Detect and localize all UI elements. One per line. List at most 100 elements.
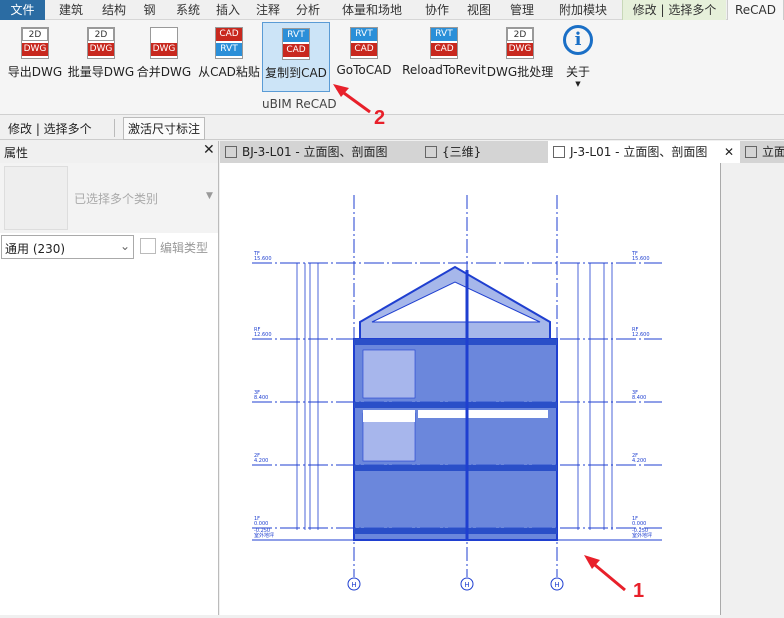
floor-slab bbox=[354, 339, 557, 345]
ribbon-button[interactable]: RVT CAD 复制到CAD bbox=[262, 22, 330, 92]
room-3f bbox=[362, 349, 416, 399]
ribbon-button[interactable]: 2D DWG 导出DWG bbox=[2, 22, 68, 92]
type-label: 已选择多个类别 bbox=[74, 192, 159, 206]
ribbon-tab[interactable]: 分析 bbox=[288, 0, 328, 20]
level-elevation: 0.000 bbox=[632, 521, 646, 527]
floor-slab bbox=[354, 528, 557, 534]
ribbon-button-label: 复制到CAD bbox=[265, 66, 327, 80]
ribbon-tab[interactable]: 附加模块 bbox=[544, 0, 622, 20]
ribbon-tab-bar: 文件 建筑 结构钢系统 插入 注释 分析 体量和场地 协作 视图 管理 附加模块 修改 | 选择多个 R… bbox=[0, 0, 784, 20]
floor-slab bbox=[354, 402, 557, 408]
ribbon-tab[interactable]: 钢 bbox=[131, 0, 168, 20]
ribbon-tab[interactable]: 结构 bbox=[97, 0, 131, 20]
level-elevation: 12.600 bbox=[632, 332, 650, 338]
level-elevation: 8.400 bbox=[632, 395, 646, 401]
view-icon bbox=[225, 146, 237, 158]
ribbon-button[interactable]: CAD RVT 从CAD粘贴 bbox=[195, 22, 263, 92]
options-bar: 修改 | 选择多个 激活尺寸标注 bbox=[0, 116, 784, 140]
dwg-batch-icon: 2D DWG bbox=[503, 25, 537, 61]
activate-dims-button[interactable]: 激活尺寸标注 bbox=[123, 117, 206, 140]
filter-value: 通用 (230) bbox=[5, 242, 66, 256]
view-icon bbox=[745, 146, 757, 158]
ribbon-button-label: ReloadToRevit bbox=[402, 63, 486, 77]
view-tab-label: 立面 bbox=[762, 145, 784, 159]
ribbon-tab[interactable]: 协作 bbox=[416, 0, 458, 20]
level-elevation: 室外地坪 bbox=[632, 532, 652, 539]
reload-to-revit-icon: RVT CAD bbox=[427, 25, 461, 61]
grid-label: H bbox=[464, 581, 469, 589]
ribbon-tab[interactable]: ReCAD bbox=[727, 0, 784, 20]
level-elevation: 0.000 bbox=[254, 521, 268, 527]
ribbon-tab[interactable]: 管理 bbox=[500, 0, 544, 20]
ribbon-button-label: 批量导DWG bbox=[67, 65, 135, 79]
filter-select[interactable]: 通用 (230) ⌄ bbox=[1, 235, 134, 259]
level-elevation: 4.200 bbox=[632, 458, 646, 464]
window-opening bbox=[363, 410, 415, 422]
view-tab[interactable]: 立面 bbox=[740, 141, 784, 163]
paste-from-cad-icon: CAD RVT bbox=[212, 25, 246, 61]
ribbon-button[interactable]: RVT CAD GoToCAD bbox=[330, 22, 398, 92]
ribbon-tab[interactable]: 建筑 bbox=[45, 0, 97, 20]
properties-title: 属性 bbox=[4, 146, 29, 160]
window-opening bbox=[418, 410, 548, 418]
dropdown-arrow-icon: ▼ bbox=[575, 80, 581, 88]
view-tab[interactable]: J-3-L01 - 立面图、剖面图 ✕ bbox=[548, 141, 740, 163]
ribbon-tab[interactable]: 插入 bbox=[208, 0, 248, 20]
close-icon[interactable]: ✕ bbox=[724, 141, 734, 163]
export-dwg-icon: 2D DWG bbox=[18, 25, 52, 61]
merge-dwg-icon: DWG bbox=[147, 25, 181, 61]
info-icon: i bbox=[561, 25, 595, 61]
ribbon-button-label: 从CAD粘贴 bbox=[198, 65, 260, 79]
ribbon-button-label: DWG批处理 bbox=[486, 65, 554, 79]
ribbon-tab[interactable]: 文件 bbox=[0, 0, 45, 20]
view-icon bbox=[425, 146, 437, 158]
view-tab[interactable]: {三维} bbox=[420, 141, 550, 163]
go-to-cad-icon: RVT CAD bbox=[347, 25, 381, 61]
panel-label: uBIM ReCAD bbox=[262, 97, 337, 111]
level-elevation: 4.200 bbox=[254, 458, 268, 464]
view-tab-label: {三维} bbox=[442, 145, 482, 159]
context-label: 修改 | 选择多个 bbox=[8, 122, 92, 136]
level-elevation: 8.400 bbox=[254, 395, 268, 401]
view-tab-bar: BJ-3-L01 - 立面图、剖面图 {三维} J-3-L01 - 立面图、剖面图 ✕… bbox=[220, 141, 784, 163]
ribbon-tab[interactable]: 视图 bbox=[458, 0, 500, 20]
ribbon-button-label: GoToCAD bbox=[336, 63, 392, 77]
ribbon-tab[interactable]: 修改 | 选择多个 bbox=[622, 0, 726, 20]
close-icon[interactable]: ✕ bbox=[203, 142, 215, 158]
edit-type-button[interactable]: 编辑类型 bbox=[160, 239, 208, 256]
type-selector[interactable]: 已选择多个类别 ▼ bbox=[0, 163, 218, 233]
ribbon-button[interactable]: 2D DWG DWG批处理 bbox=[484, 22, 556, 92]
drawing-canvas[interactable]: H H H TF 15.600 TF 15.600 RF 12.600 RF 12.600 3F 8.4… bbox=[220, 163, 720, 615]
ribbon-button[interactable]: i 关于 ▼ bbox=[560, 22, 596, 92]
ribbon-button[interactable]: RVT CAD ReloadToRevit bbox=[395, 22, 493, 92]
level-elevation: 12.600 bbox=[254, 332, 272, 338]
copy-to-cad-icon: RVT CAD bbox=[279, 26, 313, 62]
view-tab-label: BJ-3-L01 - 立面图、剖面图 bbox=[242, 145, 388, 159]
grid-label: H bbox=[351, 581, 356, 589]
edit-type-icon bbox=[140, 238, 156, 254]
properties-palette: 属性 ✕ 已选择多个类别 ▼ 通用 (230) ⌄ 编辑类型 bbox=[0, 141, 219, 615]
divider bbox=[114, 119, 115, 137]
ribbon-panel: 2D DWG 导出DWG 2D DWG 批量导DWG DWG 合并DWG CAD RVT 从CAD粘… bbox=[0, 20, 784, 115]
grid-label: H bbox=[554, 581, 559, 589]
ribbon-button-label: 导出DWG bbox=[7, 65, 63, 79]
level-elevation: 15.600 bbox=[254, 256, 272, 262]
view-tab-label: J-3-L01 - 立面图、剖面图 bbox=[570, 145, 708, 159]
ribbon-button[interactable]: 2D DWG 批量导DWG bbox=[66, 22, 136, 92]
view-icon bbox=[553, 146, 565, 158]
ribbon-button-label: 关于 bbox=[565, 65, 590, 79]
ribbon-tab[interactable]: 注释 bbox=[248, 0, 288, 20]
section-drawing[interactable]: H H HTF15.600TF15.600RF12.600RF12.6003F8.4… bbox=[220, 163, 720, 615]
side-strip bbox=[720, 163, 784, 615]
ribbon-tab[interactable]: 体量和场地 bbox=[328, 0, 416, 20]
ribbon-tab[interactable]: 系统 bbox=[168, 0, 208, 20]
ribbon-button[interactable]: DWG 合并DWG bbox=[134, 22, 194, 92]
level-elevation: 15.600 bbox=[632, 256, 650, 262]
type-preview bbox=[4, 166, 68, 230]
dropdown-arrow-icon: ▼ bbox=[206, 191, 213, 201]
floor-slab bbox=[354, 465, 557, 471]
ribbon-button-label: 合并DWG bbox=[136, 65, 192, 79]
view-tab[interactable]: BJ-3-L01 - 立面图、剖面图 bbox=[220, 141, 420, 163]
level-elevation: 室外地坪 bbox=[254, 532, 274, 539]
batch-export-dwg-icon: 2D DWG bbox=[84, 25, 118, 61]
